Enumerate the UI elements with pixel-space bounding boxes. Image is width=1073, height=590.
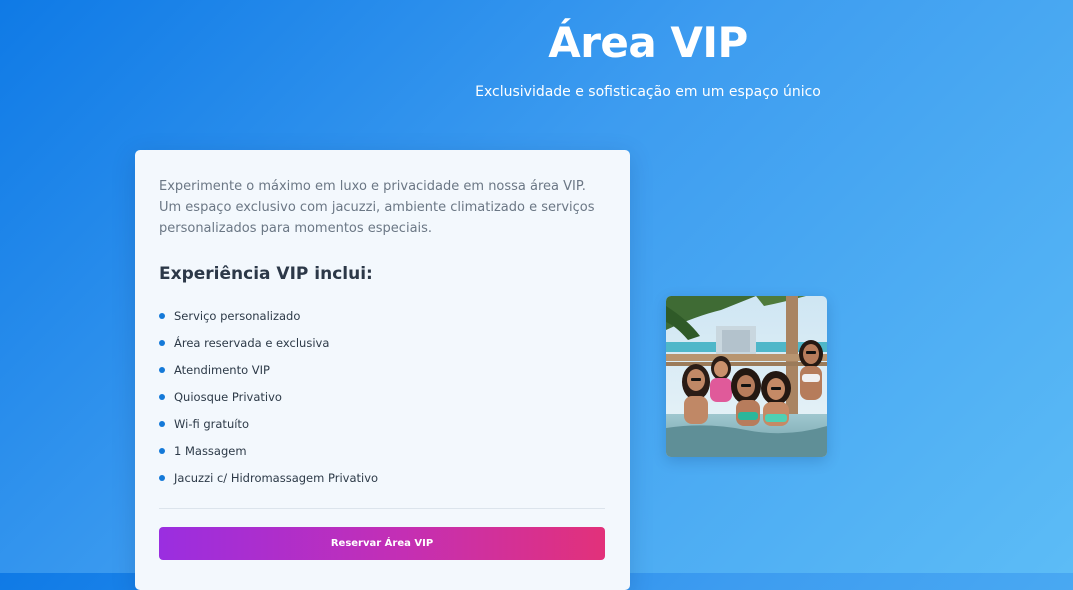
card-divider xyxy=(159,508,605,509)
features-title: Experiência VIP inclui: xyxy=(159,264,373,284)
feature-item: Área reservada e exclusiva xyxy=(159,329,599,356)
feature-label: Jacuzzi c/ Hidromassagem Privativo xyxy=(174,470,379,485)
feature-label: Atendimento VIP xyxy=(174,362,270,377)
feature-item: 1 Massagem xyxy=(159,437,599,464)
vip-info-card: Experimente o máximo em luxo e privacida… xyxy=(135,150,630,590)
feature-label: Área reservada e exclusiva xyxy=(174,335,330,350)
feature-item: Serviço personalizado xyxy=(159,302,599,329)
page-subtitle: Exclusividade e sofisticação em um espaç… xyxy=(475,84,821,100)
bullet-dot-icon xyxy=(159,393,165,400)
bullet-dot-icon xyxy=(159,312,165,319)
bullet-dot-icon xyxy=(159,420,165,427)
bullet-dot-icon xyxy=(159,474,165,481)
feature-label: Wi-fi gratuíto xyxy=(174,416,249,431)
feature-item: Atendimento VIP xyxy=(159,356,599,383)
feature-label: Serviço personalizado xyxy=(174,308,301,323)
reserve-vip-button[interactable]: Reservar Área VIP xyxy=(159,527,605,560)
feature-item: Wi-fi gratuíto xyxy=(159,410,599,437)
feature-item: Jacuzzi c/ Hidromassagem Privativo xyxy=(159,464,599,491)
page-header: Área VIP Exclusividade e sofisticação em… xyxy=(0,0,1073,120)
features-list: Serviço personalizado Área reservada e e… xyxy=(159,302,599,491)
bullet-dot-icon xyxy=(159,447,165,454)
feature-label: Quiosque Privativo xyxy=(174,389,282,404)
feature-label: 1 Massagem xyxy=(174,443,247,458)
page-title: Área VIP xyxy=(548,18,748,67)
vip-jacuzzi-photo xyxy=(666,296,827,457)
feature-item: Quiosque Privativo xyxy=(159,383,599,410)
vip-description: Experimente o máximo em luxo e privacida… xyxy=(159,179,595,236)
bullet-dot-icon xyxy=(159,366,165,373)
bullet-dot-icon xyxy=(159,339,165,346)
